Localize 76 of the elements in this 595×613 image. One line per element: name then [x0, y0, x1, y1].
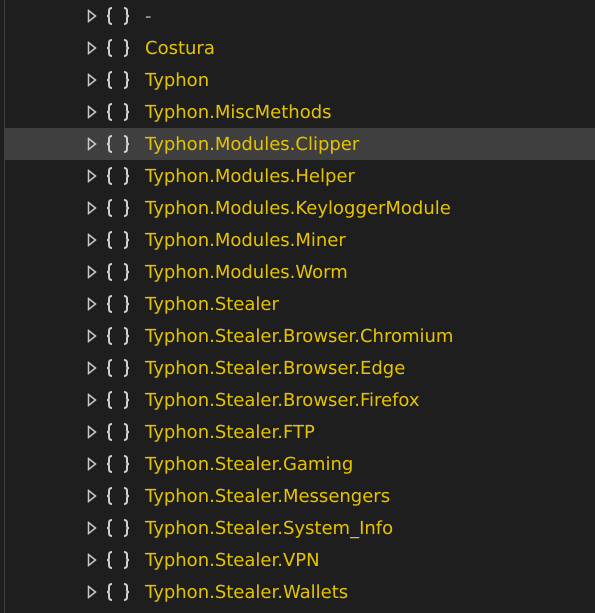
namespace-braces-icon — [106, 263, 130, 281]
namespace-label: Typhon.Modules.KeyloggerModule — [145, 196, 451, 220]
expand-arrow-icon[interactable] — [87, 9, 97, 23]
expand-arrow-icon[interactable] — [87, 137, 97, 151]
namespace-label: Typhon.Modules.Helper — [145, 164, 355, 188]
namespace-label: Typhon.Modules.Miner — [145, 228, 346, 252]
namespace-label: Typhon.Stealer.System_Info — [145, 516, 394, 540]
namespace-braces-icon — [106, 551, 130, 569]
tree-item[interactable]: Typhon.Stealer.Browser.Firefox — [5, 384, 595, 416]
tree-item[interactable]: Typhon.Stealer — [5, 288, 595, 320]
namespace-label: Typhon.Stealer.Browser.Edge — [145, 356, 406, 380]
namespace-label: Typhon.Stealer.Wallets — [145, 580, 348, 604]
namespace-label: Typhon.Stealer.Browser.Firefox — [145, 388, 420, 412]
expand-arrow-icon[interactable] — [87, 489, 97, 503]
namespace-label: Typhon.Stealer.Browser.Chromium — [145, 324, 454, 348]
tree-item[interactable]: Typhon.Stealer.Messengers — [5, 480, 595, 512]
expand-arrow-icon[interactable] — [87, 361, 97, 375]
namespace-label: Typhon.MiscMethods — [145, 100, 332, 124]
namespace-braces-icon — [106, 295, 130, 313]
namespace-braces-icon — [106, 391, 130, 409]
expand-arrow-icon[interactable] — [87, 425, 97, 439]
namespace-braces-icon — [106, 199, 130, 217]
namespace-braces-icon — [106, 39, 130, 57]
namespace-label: Typhon.Modules.Worm — [145, 260, 348, 284]
tree-item[interactable]: Costura — [5, 32, 595, 64]
namespace-braces-icon — [106, 519, 130, 537]
expand-arrow-icon[interactable] — [87, 233, 97, 247]
tree-item[interactable]: Typhon.Stealer.Wallets — [5, 576, 595, 608]
expand-arrow-icon[interactable] — [87, 201, 97, 215]
namespace-braces-icon — [106, 583, 130, 601]
namespace-label: Typhon.Modules.Clipper — [145, 132, 360, 156]
tree-item[interactable]: Typhon.Stealer.VPN — [5, 544, 595, 576]
namespace-braces-icon — [106, 487, 130, 505]
tree-item[interactable]: Typhon.MiscMethods — [5, 96, 595, 128]
expand-arrow-icon[interactable] — [87, 585, 97, 599]
namespace-label: Typhon.Stealer.FTP — [145, 420, 315, 444]
expand-arrow-icon[interactable] — [87, 329, 97, 343]
expand-arrow-icon[interactable] — [87, 553, 97, 567]
expand-arrow-icon[interactable] — [87, 265, 97, 279]
tree-item[interactable]: - — [5, 0, 595, 32]
namespace-label: Typhon.Stealer.Gaming — [145, 452, 354, 476]
namespace-braces-icon — [106, 327, 130, 345]
namespace-label: Costura — [145, 36, 215, 60]
expand-arrow-icon[interactable] — [87, 521, 97, 535]
tree-item[interactable]: Typhon.Modules.Helper — [5, 160, 595, 192]
tree-item[interactable]: Typhon.Modules.Miner — [5, 224, 595, 256]
namespace-label: Typhon.Stealer.Messengers — [145, 484, 390, 508]
tree-item[interactable]: Typhon.Stealer.Browser.Edge — [5, 352, 595, 384]
namespace-label: - — [145, 4, 152, 28]
namespace-braces-icon — [106, 71, 130, 89]
namespace-braces-icon — [106, 359, 130, 377]
tree-item[interactable]: Typhon.Stealer.Browser.Chromium — [5, 320, 595, 352]
expand-arrow-icon[interactable] — [87, 41, 97, 55]
tree-item[interactable]: Typhon.Modules.KeyloggerModule — [5, 192, 595, 224]
namespace-label: Typhon.Stealer — [145, 292, 279, 316]
namespace-braces-icon — [106, 455, 130, 473]
namespace-braces-icon — [106, 167, 130, 185]
tree-item[interactable]: Typhon.Modules.Clipper — [5, 128, 595, 160]
expand-arrow-icon[interactable] — [87, 393, 97, 407]
namespace-braces-icon — [106, 7, 130, 25]
expand-arrow-icon[interactable] — [87, 457, 97, 471]
namespace-braces-icon — [106, 103, 130, 121]
expand-arrow-icon[interactable] — [87, 105, 97, 119]
expand-arrow-icon[interactable] — [87, 297, 97, 311]
tree-item[interactable]: Typhon.Stealer.Gaming — [5, 448, 595, 480]
namespace-label: Typhon.Stealer.VPN — [145, 548, 320, 572]
namespace-braces-icon — [106, 231, 130, 249]
tree-item[interactable]: Typhon.Stealer.FTP — [5, 416, 595, 448]
namespace-braces-icon — [106, 135, 130, 153]
namespace-braces-icon — [106, 423, 130, 441]
tree-item[interactable]: Typhon.Modules.Worm — [5, 256, 595, 288]
expand-arrow-icon[interactable] — [87, 73, 97, 87]
tree-item[interactable]: Typhon — [5, 64, 595, 96]
namespace-label: Typhon — [145, 68, 210, 92]
tree-item[interactable]: Typhon.Stealer.System_Info — [5, 512, 595, 544]
expand-arrow-icon[interactable] — [87, 169, 97, 183]
